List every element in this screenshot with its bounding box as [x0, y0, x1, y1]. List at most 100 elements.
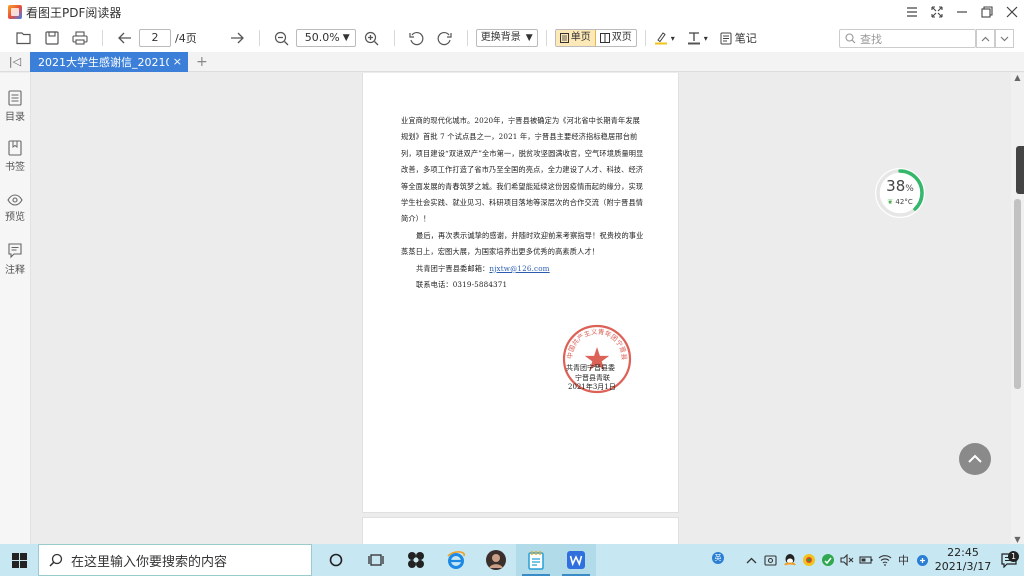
side-widget-handle[interactable]	[1016, 146, 1024, 194]
tray-wechat-icon[interactable]	[818, 544, 837, 576]
sidebar-item-toc[interactable]: 目录	[0, 90, 30, 123]
save-icon[interactable]	[38, 24, 66, 52]
new-tab-icon[interactable]: +	[196, 54, 208, 70]
toc-icon	[8, 90, 22, 106]
restore-icon[interactable]	[974, 0, 999, 24]
notepad-app-icon[interactable]	[516, 544, 556, 576]
sidebar-toggle-icon[interactable]: |◁	[0, 55, 30, 68]
document-tab[interactable]: 2021大学生感谢信_20210301 ×	[30, 51, 188, 72]
windows-start-icon[interactable]	[0, 544, 38, 576]
search-next-button[interactable]	[995, 29, 1014, 48]
close-icon[interactable]	[999, 0, 1024, 24]
double-page-button[interactable]: 双页	[596, 30, 636, 46]
avatar-app-icon[interactable]	[476, 544, 516, 576]
background-select[interactable]: 更换背景 ▼	[475, 29, 538, 47]
print-icon[interactable]	[66, 24, 94, 52]
zoom-in-icon[interactable]	[358, 24, 386, 52]
tray-screenshot-icon[interactable]	[761, 544, 780, 576]
wifi-icon[interactable]	[875, 544, 894, 576]
scrollbar-thumb[interactable]	[1014, 199, 1021, 389]
notes-button[interactable]: 笔记	[720, 30, 757, 46]
chevron-down-icon: ▾	[703, 33, 708, 43]
ie-icon[interactable]	[436, 544, 476, 576]
search-input[interactable]: 查找	[839, 29, 976, 48]
clock-date: 2021/3/17	[934, 560, 992, 573]
notification-count: 1	[1008, 550, 1019, 562]
document-viewport[interactable]: 业宜商的现代化城市。2020年，宁晋县被确定为《河北省中长期青年发展规划》首批 …	[31, 73, 1011, 544]
tray-browser-icon[interactable]	[799, 544, 818, 576]
ime-badge-icon[interactable]: 英	[706, 542, 730, 574]
chevron-down-icon: ▼	[342, 33, 350, 43]
fullscreen-icon[interactable]	[924, 0, 949, 24]
vertical-scrollbar[interactable]: ▲ ▼	[1011, 73, 1024, 544]
task-view-icon[interactable]	[356, 544, 396, 576]
single-page-icon	[559, 33, 569, 43]
sidebar-item-label: 目录	[5, 112, 25, 123]
rotate-right-icon[interactable]	[431, 24, 459, 52]
notification-center-button[interactable]: 1	[994, 550, 1024, 568]
pdf-logo-icon	[8, 5, 22, 19]
open-folder-icon[interactable]	[10, 24, 38, 52]
phone-line: 联系电话：0319-5884371	[416, 280, 508, 290]
tab-title: 2021大学生感谢信_20210301	[38, 55, 169, 69]
taskbar-clock[interactable]: 22:45 2021/3/17	[932, 546, 994, 574]
separator	[258, 30, 260, 46]
taskbar-search-input[interactable]: 在这里输入你要搜索的内容	[38, 544, 312, 576]
gauge-percent: 38%	[873, 177, 927, 195]
background-label: 更换背景	[480, 32, 521, 43]
sidebar-item-label: 注释	[5, 265, 25, 276]
tray-expand-icon[interactable]	[742, 544, 761, 576]
ime-badge: 英	[712, 552, 724, 564]
tab-close-icon[interactable]: ×	[173, 55, 182, 68]
battery-icon[interactable]	[856, 544, 875, 576]
sidebar-item-label: 书签	[5, 162, 25, 173]
chevron-down-icon: ▾	[670, 33, 675, 43]
performance-gauge[interactable]: 38% ❦ 42°C	[873, 166, 927, 220]
wps-app-icon[interactable]	[556, 544, 596, 576]
scroll-down-icon[interactable]: ▼	[1011, 535, 1024, 544]
chevron-down-icon	[1000, 36, 1009, 41]
gauge-value: 38	[886, 177, 906, 195]
window-controls	[899, 0, 1024, 24]
separator	[393, 30, 395, 46]
pinwheel-app-icon[interactable]	[396, 544, 436, 576]
ime-indicator[interactable]: 中	[894, 544, 913, 576]
paragraph-1: 业宜商的现代化城市。2020年，宁晋县被确定为《河北省中长期青年发展规划》首批 …	[401, 116, 644, 224]
signature-date: 2021年3月1日	[568, 383, 616, 391]
prev-page-icon[interactable]	[111, 24, 139, 52]
sidebar-item-bookmark[interactable]: 书签	[0, 140, 30, 173]
search-prev-button[interactable]	[976, 29, 995, 48]
minimize-icon[interactable]	[949, 0, 974, 24]
single-page-button[interactable]: 单页	[555, 30, 596, 46]
volume-icon[interactable]	[837, 544, 856, 576]
highlighter-icon	[654, 32, 667, 45]
page-text: 业宜商的现代化城市。2020年，宁晋县被确定为《河北省中长期青年发展规划》首批 …	[401, 113, 647, 293]
window-title: 看图王PDF阅读器	[26, 5, 122, 20]
search-icon	[845, 33, 856, 44]
zoom-out-icon[interactable]	[268, 24, 296, 52]
sidebar-item-annotation[interactable]: 注释	[0, 243, 30, 276]
pdf-page-next	[362, 517, 679, 544]
menu-icon[interactable]	[899, 0, 924, 24]
tray-app-icon[interactable]	[913, 544, 932, 576]
highlight-color-bar	[654, 42, 667, 45]
sidebar-item-preview[interactable]: 预览	[0, 194, 30, 223]
notes-label: 笔记	[734, 32, 757, 45]
single-page-label: 单页	[570, 32, 591, 43]
page-number-input[interactable]: 2	[139, 29, 171, 47]
rotate-left-icon[interactable]	[403, 24, 431, 52]
chevron-down-icon: ▼	[525, 33, 533, 43]
next-page-icon[interactable]	[223, 24, 251, 52]
left-sidebar: 目录 书签 预览 注释	[0, 73, 31, 544]
cortana-icon[interactable]	[316, 544, 356, 576]
zoom-select[interactable]: 50.0% ▼	[295, 29, 356, 47]
email-link[interactable]: njxtw@126.com	[489, 264, 549, 273]
gauge-temperature: ❦ 42°C	[873, 198, 927, 206]
highlight-button[interactable]: ▾	[654, 31, 675, 45]
taskbar-search-placeholder: 在这里输入你要搜索的内容	[71, 554, 228, 570]
scroll-to-top-button[interactable]	[959, 443, 991, 475]
scroll-up-icon[interactable]: ▲	[1011, 73, 1024, 82]
gauge-unit: %	[905, 184, 914, 194]
text-tool-button[interactable]: ▾	[687, 31, 708, 45]
tray-qq-icon[interactable]	[780, 544, 799, 576]
